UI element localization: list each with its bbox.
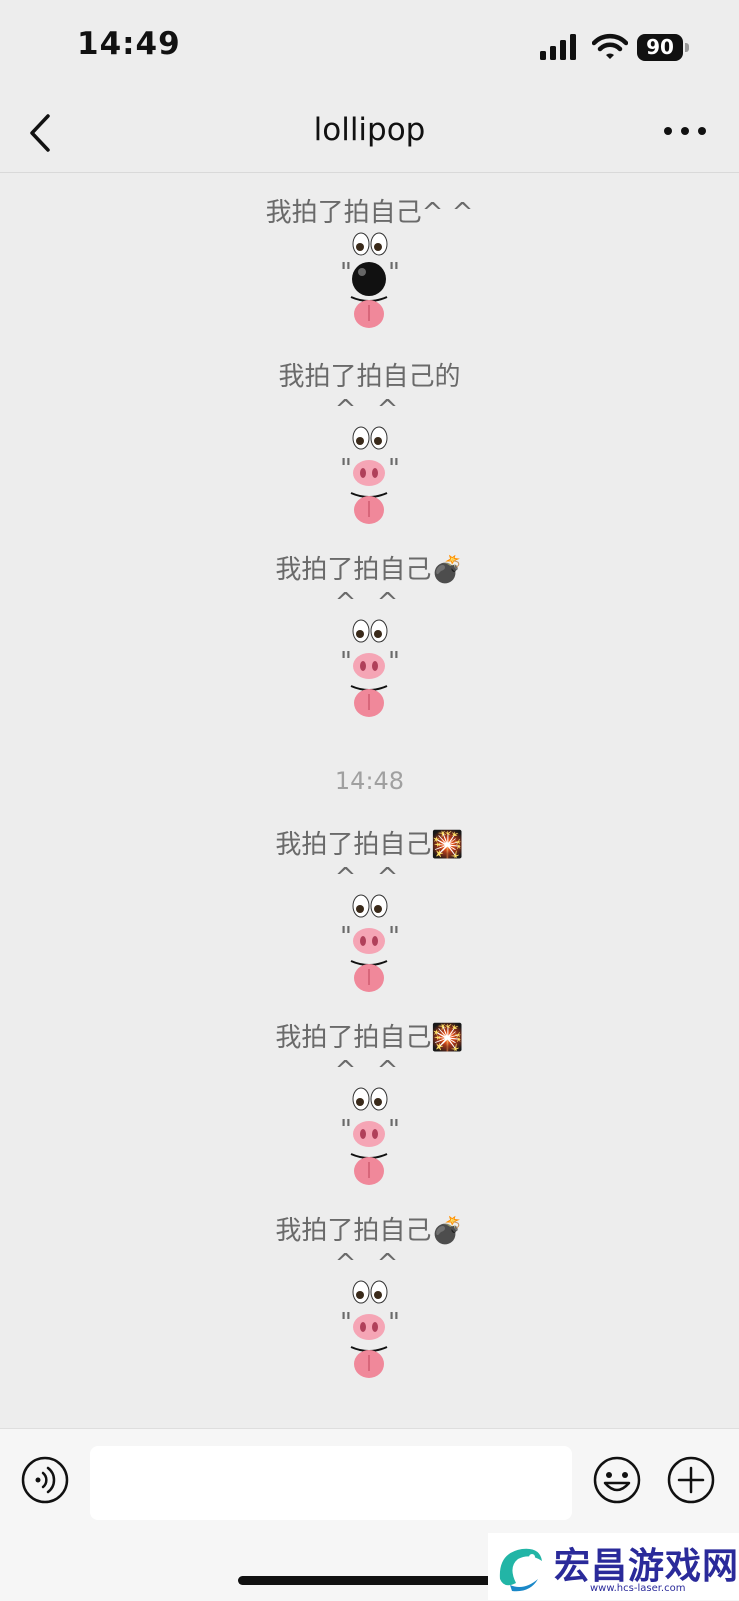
watermark-text: 宏昌游戏网 [554,1546,739,1587]
face-art-icon: " " [340,894,400,992]
status-time: 14:49 [77,26,181,62]
emoji-picker-icon[interactable] [592,1455,642,1505]
pat-message-text: 我拍了拍自己的 [278,362,461,392]
battery-indicator: 90 [637,34,691,62]
svg-text:": " [340,258,352,288]
pat-message: 我拍了拍自己的 ^ ^ " " [0,359,739,559]
pat-message-text: 我拍了拍自己^ ^ [265,198,474,228]
pat-message-caret: ^ ^ [334,863,405,893]
nav-bar: lollipop [0,96,739,173]
site-watermark: 宏昌游戏网 www.hcs-laser.com [488,1533,739,1600]
emoji-face: " " [0,231,739,365]
svg-text:": " [388,922,400,952]
pat-message: 我拍了拍自己🎇 ^ ^ " " [0,827,739,1027]
pat-message: 我拍了拍自己💣 ^ ^ " " [0,1213,739,1413]
emoji-face: " " [0,425,739,559]
pat-message: 我拍了拍自己💣 ^ ^ " " [0,552,739,752]
svg-text:": " [388,454,400,484]
battery-level: 90 [637,34,683,61]
chat-message-list[interactable]: 我拍了拍自己^ ^ " " 我拍了拍自己的 ^ ^ " " 我拍了拍自己💣 ^ … [0,173,739,1428]
battery-nub [685,43,689,52]
face-art-icon: " " [340,619,400,717]
watermark-logo-icon [499,1548,542,1592]
emoji-face: " " [0,1086,739,1220]
svg-text:": " [340,454,352,484]
add-more-icon[interactable] [666,1455,716,1505]
status-bar: 14:49 90 [0,0,739,96]
pat-message-text: 我拍了拍自己🎇 [275,830,464,860]
emoji-face: " " [0,1279,739,1413]
pat-message-caret: ^ ^ [334,395,405,425]
svg-text:": " [340,922,352,952]
watermark-url: www.hcs-laser.com [590,1583,686,1594]
pat-message: 我拍了拍自己^ ^ " " [0,195,739,365]
pat-message-caret: ^ ^ [334,1056,405,1086]
wifi-icon [592,33,628,59]
face-art-icon: " " [340,426,400,524]
svg-text:": " [340,647,352,677]
pat-message: 我拍了拍自己🎇 ^ ^ " " [0,1020,739,1220]
svg-text:": " [388,1308,400,1338]
cellular-signal-icon [540,34,576,60]
svg-text:": " [388,258,400,288]
pat-message-text: 我拍了拍自己💣 [275,1216,464,1246]
svg-text:": " [388,1115,400,1145]
home-indicator[interactable] [238,1576,503,1585]
pat-message-caret: ^ ^ [334,588,405,618]
emoji-face: " " [0,618,739,752]
svg-text:": " [340,1115,352,1145]
face-art-icon: " " [340,1280,400,1378]
pat-message-caret: ^ ^ [334,1249,405,1279]
pat-message-text: 我拍了拍自己💣 [275,555,464,585]
voice-input-icon[interactable] [20,1455,70,1505]
face-art-icon: " " [340,1087,400,1185]
face-art-icon: " " [340,232,400,328]
message-timestamp: 14:48 [334,767,405,795]
pat-message-text: 我拍了拍自己🎇 [275,1023,464,1053]
svg-text:": " [388,647,400,677]
svg-text:": " [340,1308,352,1338]
message-input[interactable] [90,1446,572,1520]
emoji-face: " " [0,893,739,1027]
chat-title: lollipop [313,112,426,148]
more-options-icon[interactable] [660,116,710,146]
